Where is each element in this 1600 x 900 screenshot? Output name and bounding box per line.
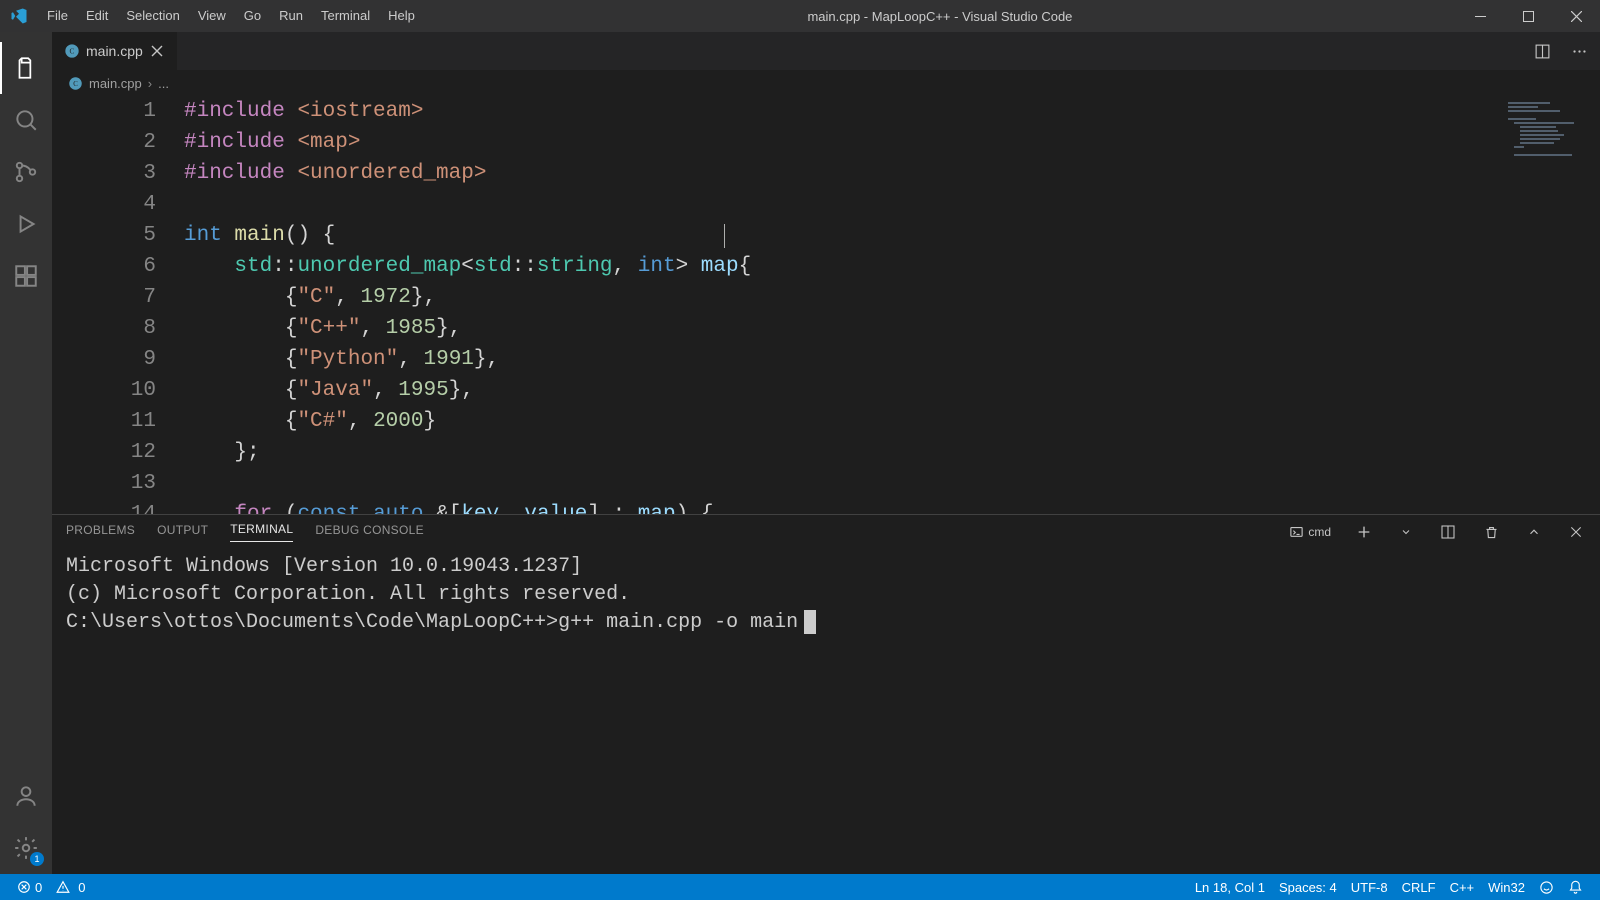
settings-gear-icon[interactable]: 1 [0, 822, 52, 874]
terminal-profile-selector[interactable]: cmd [1289, 525, 1331, 540]
explorer-icon[interactable] [0, 42, 52, 94]
status-target[interactable]: Win32 [1481, 874, 1532, 900]
close-button[interactable] [1552, 0, 1600, 32]
panel-tabs: PROBLEMS OUTPUT TERMINAL DEBUG CONSOLE c… [52, 515, 1600, 549]
menu-file[interactable]: File [38, 0, 77, 32]
main-area: 1 C main.cpp [0, 32, 1600, 874]
tab-close-icon[interactable] [149, 43, 165, 59]
run-debug-icon[interactable] [0, 198, 52, 250]
status-errors[interactable]: 0 [10, 874, 49, 900]
search-icon[interactable] [0, 94, 52, 146]
more-actions-icon[interactable] [1567, 39, 1592, 64]
code-editor[interactable]: 1234567891011121314 #include <iostream>#… [52, 96, 1600, 514]
menu-terminal[interactable]: Terminal [312, 0, 379, 32]
tab-main-cpp[interactable]: C main.cpp [52, 32, 178, 70]
status-encoding[interactable]: UTF-8 [1344, 874, 1395, 900]
menu-run[interactable]: Run [270, 0, 312, 32]
editor-tabs: C main.cpp [52, 32, 1600, 70]
menu-selection[interactable]: Selection [117, 0, 188, 32]
breadcrumb[interactable]: C main.cpp › ... [52, 70, 1600, 96]
panel-tab-problems[interactable]: PROBLEMS [66, 523, 135, 542]
menu-go[interactable]: Go [235, 0, 270, 32]
svg-text:C: C [70, 47, 75, 56]
extensions-icon[interactable] [0, 250, 52, 302]
tab-label: main.cpp [86, 43, 143, 59]
minimize-button[interactable] [1456, 0, 1504, 32]
editor-area: C main.cpp C main.cpp [52, 32, 1600, 874]
status-bar: 0 0 Ln 18, Col 1 Spaces: 4 UTF-8 CRLF C+… [0, 874, 1600, 900]
breadcrumb-file[interactable]: main.cpp [89, 76, 142, 91]
close-panel-icon[interactable] [1566, 522, 1586, 542]
window-title: main.cpp - MapLoopC++ - Visual Studio Co… [424, 9, 1456, 24]
menu-help[interactable]: Help [379, 0, 424, 32]
settings-badge: 1 [30, 852, 44, 866]
split-terminal-icon[interactable] [1437, 521, 1459, 543]
status-errors-count: 0 [35, 880, 42, 895]
cpp-file-icon: C [64, 43, 80, 59]
kill-terminal-icon[interactable] [1481, 522, 1502, 543]
window-controls [1456, 0, 1600, 32]
status-eol[interactable]: CRLF [1395, 874, 1443, 900]
menu-view[interactable]: View [189, 0, 235, 32]
status-feedback-icon[interactable] [1532, 874, 1561, 900]
svg-text:C: C [73, 81, 78, 88]
split-editor-icon[interactable] [1530, 39, 1555, 64]
terminal-dropdown-icon[interactable] [1397, 523, 1415, 541]
panel-tab-debug-console[interactable]: DEBUG CONSOLE [315, 523, 424, 542]
accounts-icon[interactable] [0, 770, 52, 822]
activity-bar: 1 [0, 32, 52, 874]
maximize-panel-icon[interactable] [1524, 522, 1544, 542]
cpp-file-icon: C [68, 76, 83, 91]
new-terminal-icon[interactable] [1353, 521, 1375, 543]
panel-tab-terminal[interactable]: TERMINAL [230, 522, 293, 542]
title-bar: File Edit Selection View Go Run Terminal… [0, 0, 1600, 32]
chevron-right-icon: › [148, 76, 152, 91]
terminal-profile-label: cmd [1308, 525, 1331, 539]
status-ln-col[interactable]: Ln 18, Col 1 [1188, 874, 1272, 900]
code-content[interactable]: #include <iostream>#include <map>#includ… [184, 96, 1600, 514]
menu-edit[interactable]: Edit [77, 0, 117, 32]
menu-bar: File Edit Selection View Go Run Terminal… [38, 0, 424, 32]
terminal-body[interactable]: Microsoft Windows [Version 10.0.19043.12… [52, 549, 1600, 874]
editor-actions [1530, 32, 1600, 70]
maximize-button[interactable] [1504, 0, 1552, 32]
breadcrumb-more[interactable]: ... [158, 76, 169, 91]
line-gutter: 1234567891011121314 [52, 96, 184, 514]
vscode-logo-icon [0, 7, 38, 25]
source-control-icon[interactable] [0, 146, 52, 198]
minimap[interactable] [1502, 96, 1600, 514]
text-cursor [724, 224, 725, 248]
status-spaces[interactable]: Spaces: 4 [1272, 874, 1344, 900]
status-language[interactable]: C++ [1443, 874, 1482, 900]
bottom-panel: PROBLEMS OUTPUT TERMINAL DEBUG CONSOLE c… [52, 514, 1600, 874]
status-warnings[interactable]: 0 [49, 874, 92, 900]
status-bell-icon[interactable] [1561, 874, 1590, 900]
panel-tab-output[interactable]: OUTPUT [157, 523, 208, 542]
